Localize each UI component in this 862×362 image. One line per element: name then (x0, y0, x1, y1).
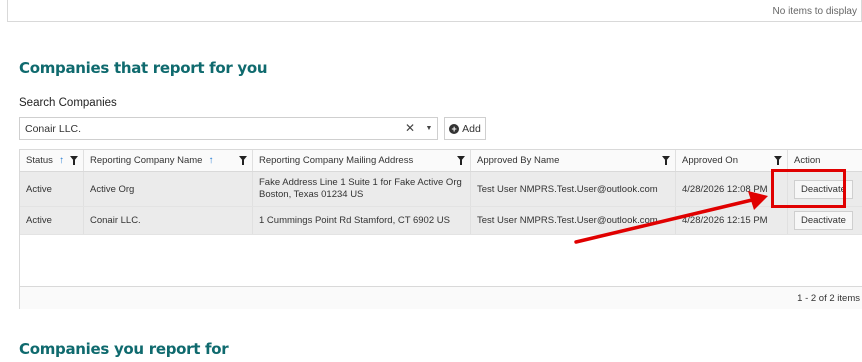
clear-icon[interactable]: ✕ (405, 121, 415, 135)
add-button-label: Add (462, 122, 481, 135)
chevron-down-icon[interactable]: ▼ (422, 120, 436, 137)
filter-icon[interactable] (70, 156, 78, 165)
cell-action: Deactivate (788, 207, 862, 234)
column-header-approved-on[interactable]: Approved On (676, 150, 788, 171)
search-companies-combobox[interactable]: ✕ ▼ (19, 117, 438, 140)
column-header-status[interactable]: Status ↑ (20, 150, 84, 171)
column-header-reporting-company-name[interactable]: Reporting Company Name ↑ (84, 150, 253, 171)
plus-circle-icon: + (449, 123, 460, 134)
empty-grid-message: No items to display (772, 6, 857, 17)
filter-icon[interactable] (457, 156, 465, 165)
column-header-label: Status (26, 155, 53, 166)
filter-icon[interactable] (774, 156, 782, 165)
column-header-action: Action (788, 150, 862, 171)
section-title-companies-you-report-for: Companies you report for (19, 340, 229, 358)
search-companies-input[interactable] (20, 118, 390, 139)
column-header-label: Approved By Name (477, 155, 560, 166)
cell-status: Active (20, 172, 84, 206)
table-row[interactable]: Active Active Org Fake Address Line 1 Su… (20, 172, 862, 207)
deactivate-button[interactable]: Deactivate (794, 211, 853, 230)
cell-mailing-address: 1 Cummings Point Rd Stamford, CT 6902 US (253, 207, 471, 234)
cell-company-name: Active Org (84, 172, 253, 206)
search-companies-label: Search Companies (19, 97, 117, 109)
filter-icon[interactable] (662, 156, 670, 165)
cell-status: Active (20, 207, 84, 234)
grid-header-row: Status ↑ Reporting Company Name ↑ Report… (20, 150, 862, 172)
cell-approved-on: 4/28/2026 12:15 PM (676, 207, 788, 234)
filter-icon[interactable] (239, 156, 247, 165)
cell-approved-by: Test User NMPRS.Test.User@outlook.com (471, 172, 676, 206)
table-row[interactable]: Active Conair LLC. 1 Cummings Point Rd S… (20, 207, 862, 235)
deactivate-button[interactable]: Deactivate (794, 179, 853, 199)
column-header-label: Action (794, 155, 821, 166)
cell-mailing-address: Fake Address Line 1 Suite 1 for Fake Act… (253, 172, 471, 206)
pager-info: 1 - 2 of 2 items (797, 293, 860, 304)
sort-ascending-icon[interactable]: ↑ (208, 155, 213, 166)
cell-approved-by: Test User NMPRS.Test.User@outlook.com (471, 207, 676, 234)
section-title-companies-reporting-for-you: Companies that report for you (19, 59, 268, 77)
column-header-mailing-address[interactable]: Reporting Company Mailing Address (253, 150, 471, 171)
column-header-label: Reporting Company Name (90, 155, 203, 166)
sort-ascending-icon[interactable]: ↑ (59, 155, 64, 166)
add-company-button[interactable]: + Add (444, 117, 486, 140)
grid-pager: 1 - 2 of 2 items (20, 286, 862, 309)
companies-grid: Status ↑ Reporting Company Name ↑ Report… (19, 149, 862, 309)
previous-grid-panel: No items to display (7, 0, 862, 22)
cell-company-name: Conair LLC. (84, 207, 253, 234)
column-header-approved-by-name[interactable]: Approved By Name (471, 150, 676, 171)
cell-action: Deactivate (788, 172, 862, 206)
column-header-label: Approved On (682, 155, 738, 166)
cell-approved-on: 4/28/2026 12:08 PM (676, 172, 788, 206)
column-header-label: Reporting Company Mailing Address (259, 155, 414, 166)
